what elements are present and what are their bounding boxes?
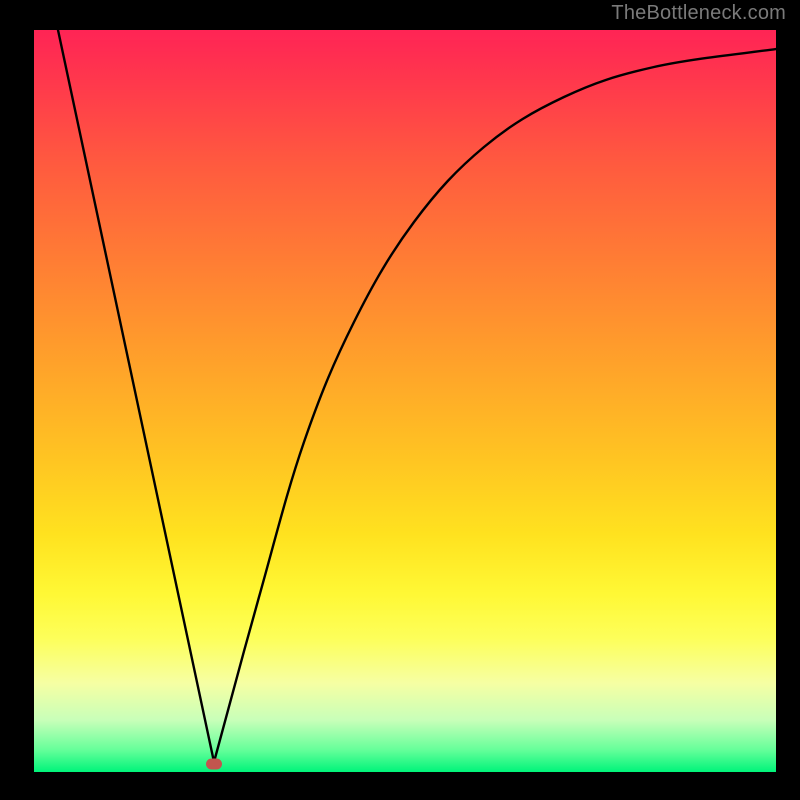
plot-area (34, 30, 776, 772)
minimum-marker (206, 759, 222, 770)
attribution-label: TheBottleneck.com (611, 2, 786, 25)
chart-frame: TheBottleneck.com (0, 0, 800, 800)
curve-path (58, 30, 776, 762)
bottleneck-curve (34, 30, 776, 772)
